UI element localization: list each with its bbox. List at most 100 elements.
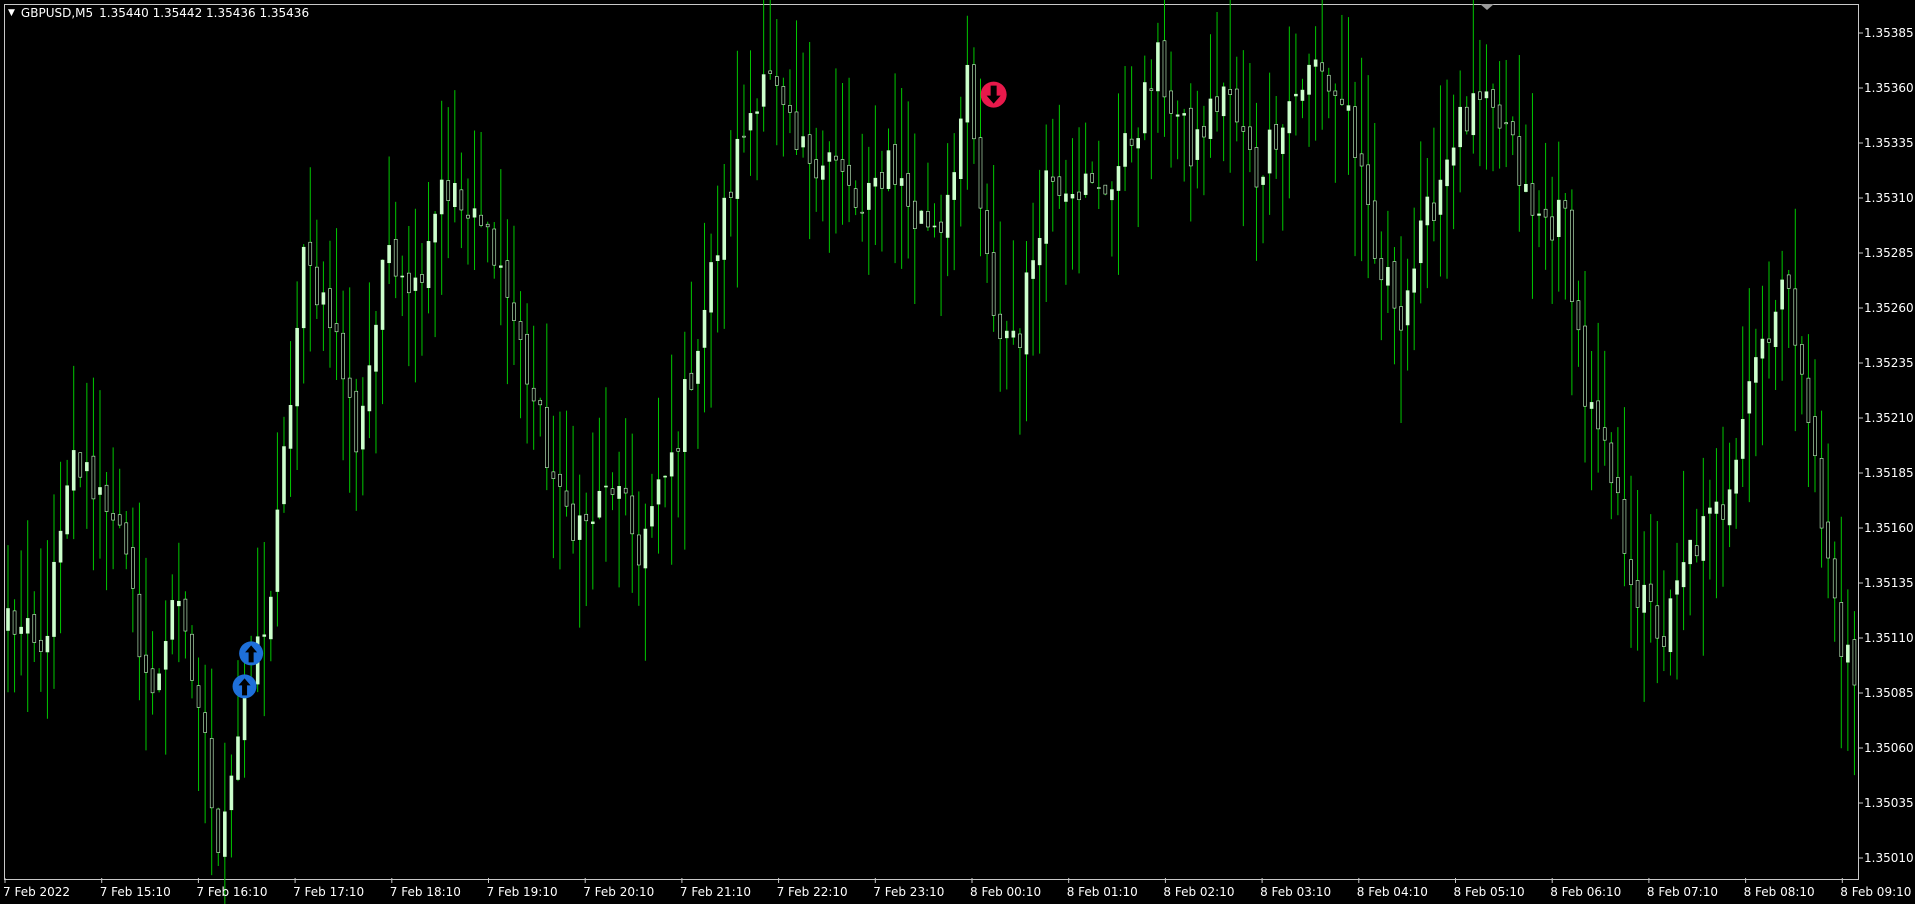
candle-body <box>131 547 135 589</box>
price-quote: 1.35440 1.35442 1.35436 1.35436 <box>99 6 310 20</box>
candle-body <box>1622 499 1627 554</box>
candle-body <box>1754 357 1758 383</box>
candle-body <box>1116 166 1121 191</box>
x-tick-label: 8 Feb 01:10 <box>1067 885 1138 899</box>
price-axis: 1.35385 1.35360 1.35335 1.35310 1.35285 1.352… <box>1858 26 1914 865</box>
sell-signal-arrow-icon[interactable] <box>980 81 1007 108</box>
candle-body <box>1307 64 1311 95</box>
candle-body <box>715 255 720 261</box>
candle-body <box>1583 325 1587 407</box>
candle-body <box>978 137 983 209</box>
candle-body <box>505 260 510 298</box>
candle-body <box>1372 200 1377 259</box>
candle-body <box>729 191 733 198</box>
candle-body <box>952 172 957 200</box>
candle-body <box>183 598 188 632</box>
candle-body <box>1438 179 1443 215</box>
x-tick-label: 8 Feb 04:10 <box>1357 885 1428 899</box>
candle-body <box>420 274 424 283</box>
candle-body <box>1740 419 1745 459</box>
candle-body <box>6 608 10 631</box>
candle-body <box>610 488 615 495</box>
candle-body <box>1123 133 1127 167</box>
candle-body <box>1464 106 1469 132</box>
candle-body <box>722 197 727 260</box>
candle-body <box>466 214 470 219</box>
candle-body <box>1418 220 1423 264</box>
candle-body <box>301 246 306 329</box>
candle-body <box>1629 559 1633 586</box>
candle-body <box>1326 74 1331 92</box>
candlestick-chart[interactable]: 1.35385 1.35360 1.35335 1.35310 1.35285 1.352… <box>0 0 1915 904</box>
candle-body <box>643 528 648 569</box>
candle-body <box>439 179 444 215</box>
buy-signal-arrow-icon[interactable] <box>239 641 264 666</box>
candle-body <box>906 173 911 207</box>
candle-body <box>1655 605 1660 639</box>
y-tick-label: 1.35160 <box>1864 521 1914 535</box>
x-tick-label: 7 Feb 17:10 <box>293 885 364 899</box>
candle-body <box>45 635 50 653</box>
candle-body <box>669 452 674 477</box>
candle-body <box>426 241 431 289</box>
chart-window[interactable]: ▼ GBPUSD,M5 1.35440 1.35442 1.35436 1.35… <box>0 0 1915 904</box>
x-tick-label: 8 Feb 00:10 <box>970 885 1041 899</box>
candle-body <box>1767 338 1771 343</box>
candle-body <box>25 618 30 634</box>
candle-body <box>1556 199 1561 238</box>
candle-body <box>893 144 897 185</box>
y-tick-label: 1.35285 <box>1864 246 1914 260</box>
candle-body <box>1681 562 1686 588</box>
candle-body <box>216 808 221 853</box>
candle-body <box>446 180 451 201</box>
candle-body <box>1096 187 1101 189</box>
candle-body <box>650 506 654 527</box>
candle-body <box>485 223 490 228</box>
candle-body <box>518 321 523 340</box>
candle-body <box>1563 200 1568 209</box>
candle-body <box>840 159 845 172</box>
candle-body <box>1083 173 1088 195</box>
candle-body <box>1175 114 1180 117</box>
candle-body <box>696 350 700 384</box>
candle-body <box>1379 258 1384 281</box>
candle-body <box>683 379 687 452</box>
candle-body <box>1846 644 1850 663</box>
candle-body <box>742 135 746 138</box>
candle-body <box>203 712 207 733</box>
time-axis: 7 Feb 2022 7 Feb 15:10 7 Feb 16:10 7 Feb 17… <box>3 878 1911 899</box>
candle-body <box>1458 106 1462 148</box>
candle-body <box>1714 501 1719 514</box>
candle-body <box>1037 238 1042 266</box>
candle-body <box>163 641 168 670</box>
x-tick-label: 7 Feb 20:10 <box>583 885 654 899</box>
candle-body <box>1596 400 1600 430</box>
candle-body <box>1156 42 1160 92</box>
candle-body <box>1346 105 1351 111</box>
candle-body <box>860 211 865 214</box>
candle-body <box>748 113 753 131</box>
candle-body <box>558 473 562 487</box>
candle-body <box>1018 333 1022 348</box>
y-tick-label: 1.35085 <box>1864 686 1914 700</box>
y-tick-label: 1.35035 <box>1864 796 1914 810</box>
candle-body <box>807 134 812 164</box>
x-tick-label: 7 Feb 18:10 <box>390 885 461 899</box>
candle-body <box>886 150 891 189</box>
candle-body <box>124 522 129 555</box>
candle-body <box>755 111 759 114</box>
candle-body <box>1320 62 1324 72</box>
candle-body <box>1248 126 1252 150</box>
candle-body <box>387 245 391 264</box>
candle-body <box>1471 93 1476 136</box>
collapse-arrow-icon[interactable]: ▼ <box>8 8 15 18</box>
candle-body <box>926 211 930 228</box>
buy-signal-arrow-icon[interactable] <box>232 674 257 699</box>
candle-body <box>1694 545 1699 557</box>
candle-body <box>1280 127 1285 154</box>
candle-body <box>347 377 352 398</box>
candle-body <box>1786 274 1791 289</box>
candle-body <box>1333 90 1338 96</box>
candle-body <box>735 138 740 199</box>
candle-body <box>321 292 326 305</box>
